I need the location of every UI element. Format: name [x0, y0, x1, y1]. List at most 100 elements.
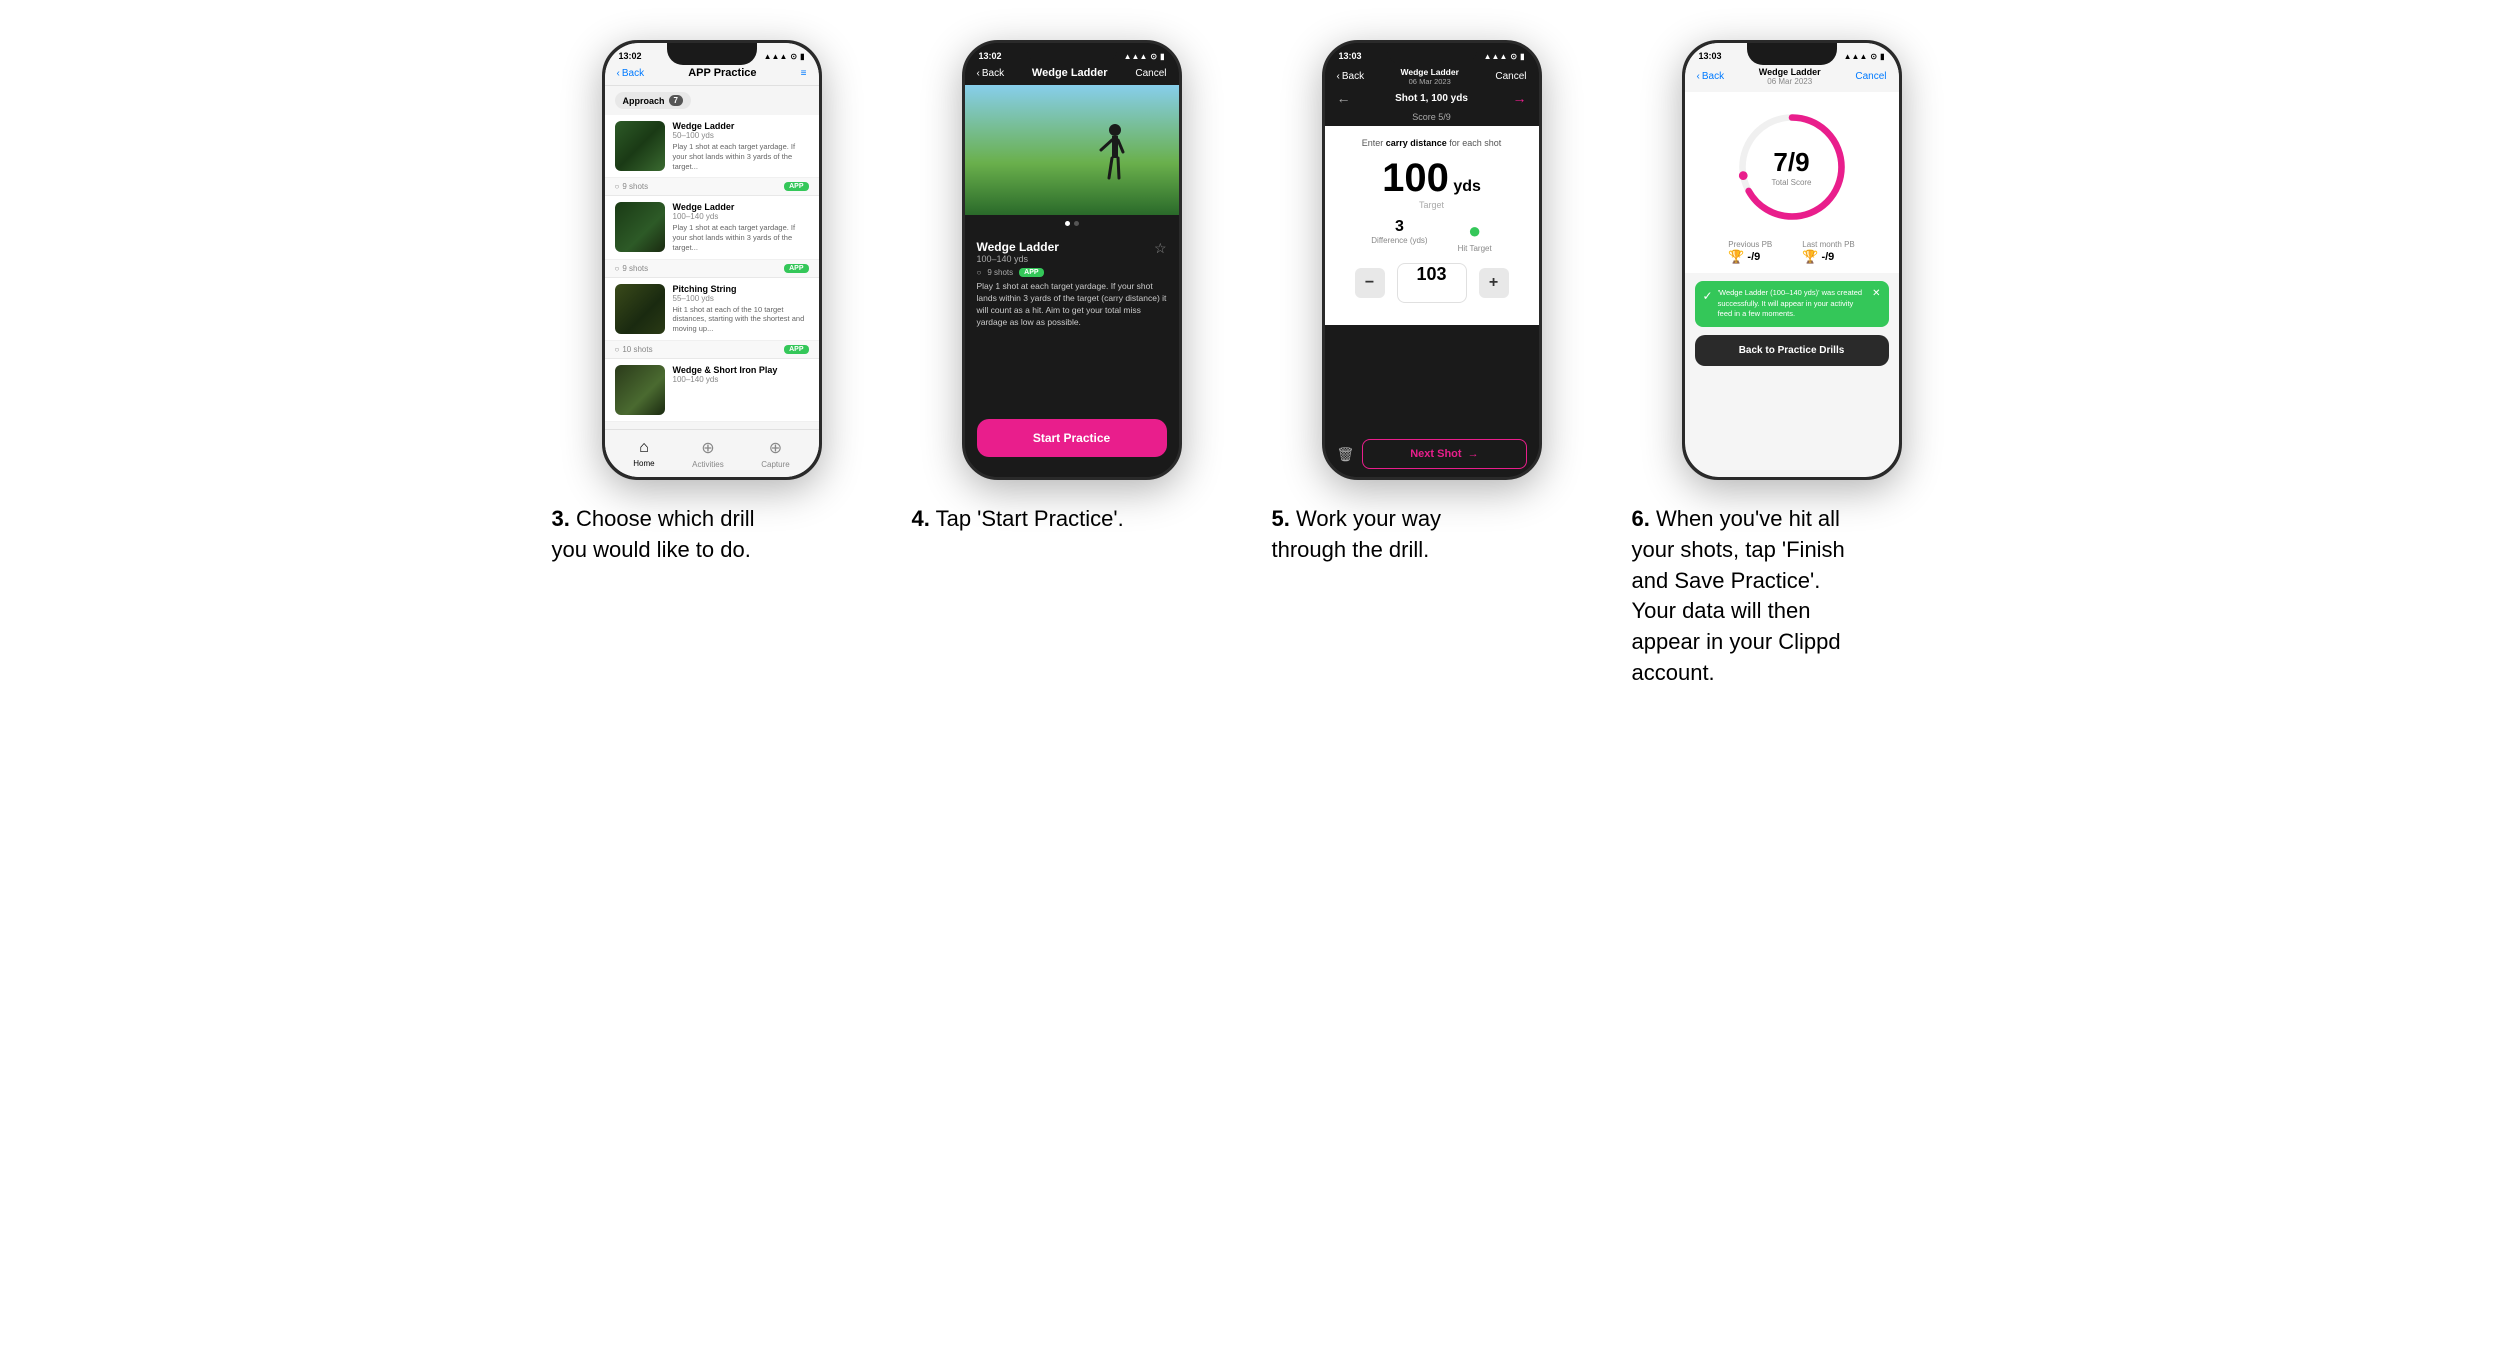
drill-image-large-4 [965, 85, 1179, 215]
nav-cancel-5[interactable]: Cancel [1495, 71, 1526, 82]
back-btn-5[interactable]: ‹ Back [1337, 71, 1365, 82]
category-count: 7 [669, 95, 683, 106]
nav-title-3: APP Practice [688, 67, 756, 79]
drill-detail-footer-4: ○ 9 shots APP [977, 268, 1167, 277]
back-btn-3[interactable]: ‹ Back [617, 68, 645, 79]
battery-icon-4: ▮ [1160, 52, 1164, 61]
back-btn-4[interactable]: ‹ Back [977, 68, 1005, 79]
phone-4-notch [1027, 43, 1117, 65]
score-text: 7/9 Total Score [1771, 147, 1811, 187]
nav-activities[interactable]: ⊕ Activities [692, 438, 724, 469]
next-arrow[interactable]: → [1513, 90, 1527, 106]
drill-footer-2: ○ 9 shots APP [605, 260, 819, 278]
phone-3: 13:02 ▲▲▲ ⊙ ▮ ‹ Back APP Practice [602, 40, 822, 480]
activities-icon: ⊕ [701, 438, 714, 458]
pb-previous: Previous PB 🏆 -/9 [1728, 240, 1772, 265]
drill-item-1[interactable]: Wedge Ladder 50–100 yds Play 1 shot at e… [605, 115, 819, 178]
shot-header-5: ‹ Back Wedge Ladder 06 Mar 2023 Cancel [1325, 63, 1539, 90]
pb-month-value: 🏆 -/9 [1802, 249, 1854, 265]
drill-info-2: Wedge Ladder 100–140 yds Play 1 shot at … [673, 202, 809, 252]
phone-5-wrapper: 13:03 ▲▲▲ ⊙ ▮ ‹ Back [1272, 40, 1592, 480]
phone-6-wrapper: 13:03 ▲▲▲ ⊙ ▮ ‹ Back [1632, 40, 1952, 480]
phone-5-notch [1387, 43, 1477, 65]
nav-home[interactable]: ⌂ Home [633, 439, 654, 468]
phone-5-screen: 13:03 ▲▲▲ ⊙ ▮ ‹ Back [1325, 43, 1539, 477]
drill-desc-2: Play 1 shot at each target yardage. If y… [673, 223, 809, 252]
distance-input[interactable]: 103 [1397, 263, 1467, 303]
score-circle-container: 7/9 Total Score [1685, 92, 1899, 232]
drill-footer-3: ○ 10 shots APP [605, 341, 819, 359]
phone-3-screen: 13:02 ▲▲▲ ⊙ ▮ ‹ Back APP Practice [605, 43, 819, 477]
phone-6: 13:03 ▲▲▲ ⊙ ▮ ‹ Back [1682, 40, 1902, 480]
target-unit: yds [1453, 178, 1481, 195]
score-main: 7/9 [1771, 147, 1811, 178]
app-badge-2: APP [784, 264, 808, 273]
drill-item-3[interactable]: Pitching String 55–100 yds Hit 1 shot at… [605, 278, 819, 341]
phone-4-wrapper: 13:02 ▲▲▲ ⊙ ▮ ‹ Back Wedge Ladder [912, 40, 1232, 480]
nav-center-6: Wedge Ladder 06 Mar 2023 [1759, 67, 1821, 86]
target-yards: 100 [1382, 156, 1449, 200]
image-dots-4 [965, 215, 1179, 232]
status-icons-3: ▲▲▲ ⊙ ▮ [764, 52, 805, 61]
back-to-drills-btn[interactable]: Back to Practice Drills [1695, 335, 1889, 366]
shots-icon-3: ○ [615, 345, 620, 354]
back-btn-6[interactable]: ‹ Back [1697, 71, 1725, 82]
shot-score: Score 5/9 [1325, 112, 1539, 126]
drill-range-1: 50–100 yds [673, 131, 809, 140]
target-label: Target [1337, 200, 1527, 210]
next-shot-arrow: → [1468, 448, 1479, 460]
minus-btn[interactable]: − [1355, 268, 1385, 298]
drill-item-4[interactable]: Wedge & Short Iron Play 100–140 yds [605, 359, 819, 422]
start-practice-btn[interactable]: Start Practice [977, 419, 1167, 457]
drill-name-4: Wedge & Short Iron Play [673, 365, 809, 375]
nav-cancel-6[interactable]: Cancel [1855, 71, 1886, 82]
hit-target-label: Hit Target [1458, 244, 1492, 253]
drill-thumb-3 [615, 284, 665, 334]
drill-detail-star[interactable]: ☆ [1154, 240, 1167, 257]
drill-desc-1: Play 1 shot at each target yardage. If y… [673, 142, 809, 171]
drill-name-2: Wedge Ladder [673, 202, 809, 212]
drill-range-3: 55–100 yds [673, 294, 809, 303]
dot-1 [1065, 221, 1070, 226]
nav-bar-3: ‹ Back APP Practice ≡ [605, 63, 819, 86]
shots-count-2: ○ 9 shots [615, 264, 649, 273]
carry-instruction: Enter carry distance for each shot [1337, 138, 1527, 148]
drill-thumb-1 [615, 121, 665, 171]
chevron-left-icon-6: ‹ [1697, 71, 1700, 82]
nav-cancel-4[interactable]: Cancel [1135, 68, 1166, 79]
thumb-inner-2 [615, 202, 665, 252]
score-label: Total Score [1771, 178, 1811, 187]
drill-name-3: Pitching String [673, 284, 809, 294]
status-icons-4: ▲▲▲ ⊙ ▮ [1124, 52, 1165, 61]
step-6-desc: 6. When you've hit all your shots, tap '… [1632, 504, 1852, 689]
drill-thumb-2 [615, 202, 665, 252]
drill-name-1: Wedge Ladder [673, 121, 809, 131]
app-badge-3: APP [784, 345, 808, 354]
nav-capture[interactable]: ⊕ Capture [761, 438, 789, 469]
drill-desc-3: Hit 1 shot at each of the 10 target dist… [673, 305, 809, 334]
delete-btn[interactable]: 🗑 [1337, 446, 1355, 463]
plus-btn[interactable]: + [1479, 268, 1509, 298]
prev-arrow[interactable]: ← [1337, 90, 1351, 106]
category-tag-3: Approach 7 [605, 86, 819, 115]
toast-close-btn[interactable]: ✕ [1872, 288, 1880, 299]
next-shot-btn[interactable]: Next Shot → [1362, 439, 1526, 469]
drill-info-3: Pitching String 55–100 yds Hit 1 shot at… [673, 284, 809, 334]
thumb-inner-3 [615, 284, 665, 334]
nav-menu-3[interactable]: ≡ [801, 68, 807, 79]
shot-label: Shot 1, 100 yds [1359, 93, 1505, 104]
pb-last-month: Last month PB 🏆 -/9 [1802, 240, 1854, 265]
main-container: 13:02 ▲▲▲ ⊙ ▮ ‹ Back APP Practice [552, 40, 1952, 689]
step-4-num: 4. [912, 506, 930, 531]
phone-6-screen: 13:03 ▲▲▲ ⊙ ▮ ‹ Back [1685, 43, 1899, 477]
chevron-left-icon-5: ‹ [1337, 71, 1340, 82]
sky-svg [965, 85, 1179, 215]
next-shot-bar: 🗑 Next Shot → [1325, 431, 1539, 477]
diff-value: 3 [1371, 218, 1427, 236]
shot-nav-sub: 06 Mar 2023 [1401, 77, 1459, 86]
nav-bar-6: ‹ Back Wedge Ladder 06 Mar 2023 Cancel [1685, 63, 1899, 92]
wifi-icon-4: ⊙ [1150, 52, 1157, 61]
diff-label: Difference (yds) [1371, 236, 1427, 245]
drill-item-2[interactable]: Wedge Ladder 100–140 yds Play 1 shot at … [605, 196, 819, 259]
phone-3-notch [667, 43, 757, 65]
